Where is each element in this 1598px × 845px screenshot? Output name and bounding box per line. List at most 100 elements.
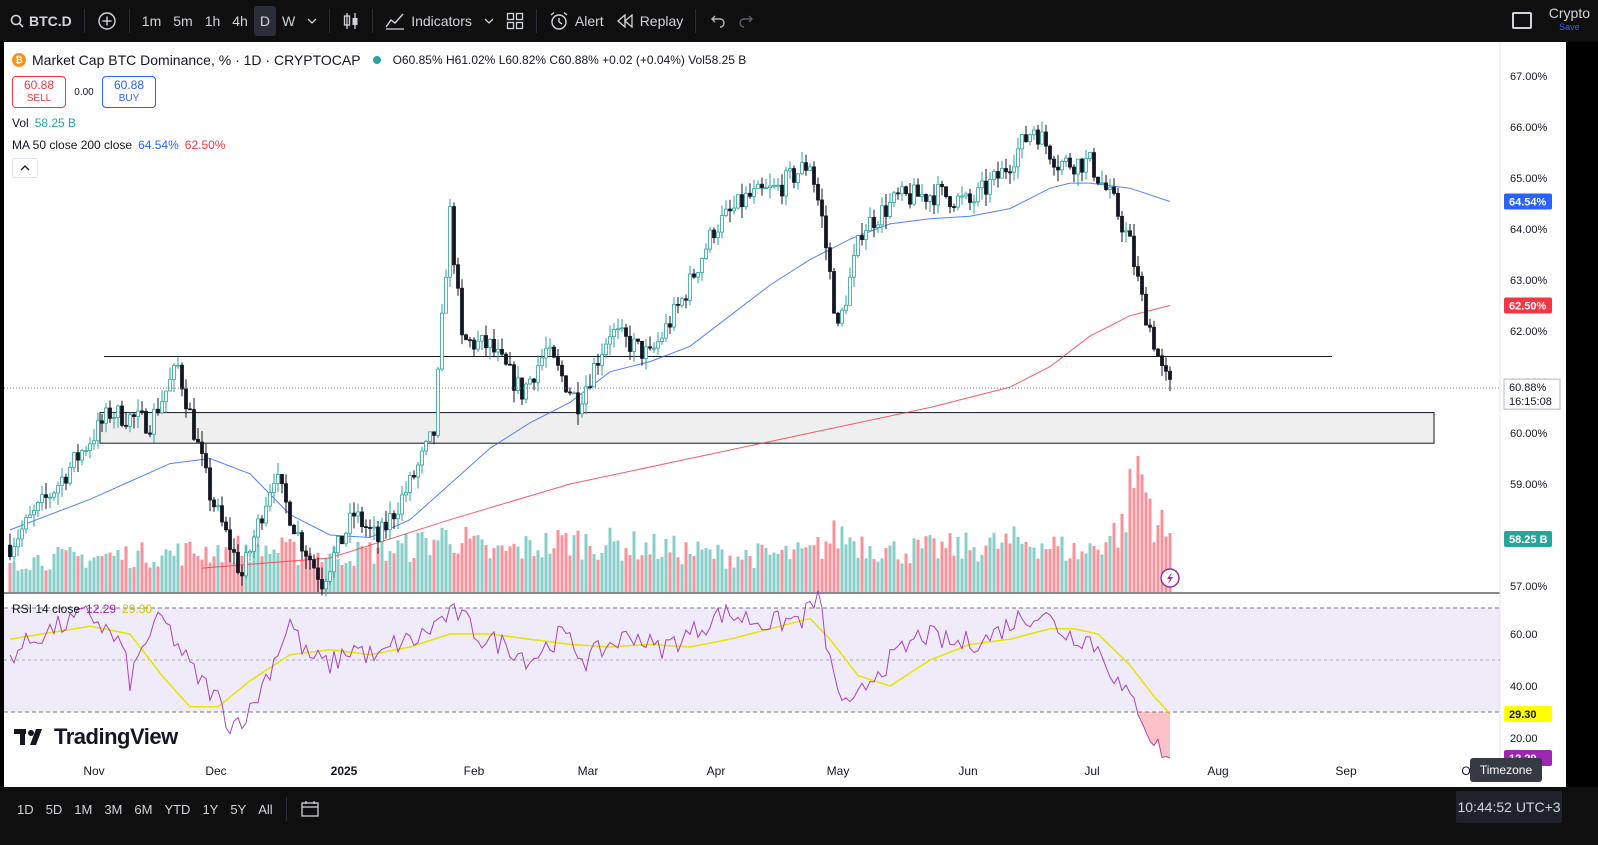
replay-button[interactable]: Replay bbox=[610, 6, 690, 36]
volume-bar bbox=[136, 550, 140, 592]
range-3m[interactable]: 3M bbox=[99, 795, 127, 823]
candle-body bbox=[84, 450, 88, 452]
volume-bar bbox=[524, 536, 528, 592]
candles-icon bbox=[342, 11, 360, 31]
candle-body bbox=[308, 555, 312, 561]
volume-bar bbox=[352, 565, 356, 592]
candle-body bbox=[360, 511, 364, 527]
alert-button[interactable]: Alert bbox=[543, 6, 610, 36]
interval-1m[interactable]: 1m bbox=[136, 6, 167, 36]
volume-bar bbox=[264, 545, 268, 592]
timezone-clock[interactable]: 10:44:52 UTC+3 bbox=[1456, 791, 1562, 823]
volume-bar bbox=[1148, 498, 1152, 592]
indicators-dropdown[interactable] bbox=[478, 6, 500, 36]
volume-bar bbox=[752, 568, 756, 592]
volume-bar bbox=[272, 549, 276, 592]
volume-legend[interactable]: Vol 58.25 B bbox=[12, 114, 746, 132]
candle-body bbox=[1060, 160, 1064, 171]
candle-body bbox=[1120, 215, 1124, 233]
volume-bar bbox=[536, 550, 540, 592]
fullscreen-icon[interactable] bbox=[1512, 12, 1532, 29]
candle-body bbox=[556, 356, 560, 366]
volume-bar bbox=[848, 537, 852, 592]
interval-w[interactable]: W bbox=[276, 6, 301, 36]
volume-bar bbox=[816, 537, 820, 592]
candle-body bbox=[788, 168, 792, 172]
candle-body bbox=[996, 171, 1000, 179]
candle-body bbox=[568, 391, 572, 394]
ma-legend[interactable]: MA 50 close 200 close 64.54% 62.50% bbox=[12, 136, 746, 154]
chart-type-button[interactable] bbox=[336, 6, 366, 36]
volume-bar bbox=[616, 540, 620, 592]
interval-dropdown[interactable] bbox=[301, 6, 323, 36]
volume-bar bbox=[868, 546, 872, 592]
candle-body bbox=[972, 201, 976, 204]
volume-bar bbox=[844, 544, 848, 592]
rewind-icon bbox=[616, 14, 634, 28]
candle-body bbox=[936, 183, 940, 206]
symbol-search[interactable]: BTC.D bbox=[0, 6, 78, 36]
redo-button[interactable] bbox=[732, 6, 762, 36]
undo-button[interactable] bbox=[702, 6, 732, 36]
time-tick-label: May bbox=[827, 764, 850, 778]
chart-pane[interactable]: 67.00%66.00%65.00%64.00%63.00%62.00%61.0… bbox=[4, 42, 1566, 787]
volume-bar bbox=[544, 533, 548, 592]
volume-bar bbox=[40, 565, 44, 592]
volume-bar bbox=[472, 535, 476, 592]
compare-symbol-button[interactable] bbox=[91, 6, 123, 36]
volume-bar bbox=[20, 569, 24, 592]
rsi-legend[interactable]: RSI 14 close 12.29 29.30 bbox=[12, 602, 152, 616]
range-1d[interactable]: 1D bbox=[12, 795, 39, 823]
candle-body bbox=[956, 195, 960, 208]
candle-body bbox=[464, 334, 468, 341]
candle-body bbox=[136, 410, 140, 417]
candle-body bbox=[472, 339, 476, 350]
candle-body bbox=[592, 363, 596, 388]
candle-body bbox=[780, 184, 784, 197]
indicators-button[interactable]: Indicators bbox=[379, 6, 478, 36]
candle-body bbox=[824, 215, 828, 249]
candle-body bbox=[784, 170, 788, 197]
layouts-button[interactable] bbox=[500, 6, 530, 36]
candle-body bbox=[156, 408, 160, 414]
volume-bar bbox=[608, 527, 612, 592]
range-5d[interactable]: 5D bbox=[41, 795, 68, 823]
interval-4h[interactable]: 4h bbox=[226, 6, 254, 36]
volume-bar bbox=[404, 533, 408, 592]
range-1y[interactable]: 1Y bbox=[197, 795, 223, 823]
interval-d[interactable]: D bbox=[253, 6, 276, 36]
interval-5m[interactable]: 5m bbox=[167, 6, 198, 36]
goto-date-button[interactable] bbox=[295, 795, 325, 823]
range-1m[interactable]: 1M bbox=[69, 795, 97, 823]
candle-body bbox=[28, 514, 32, 518]
volume-bar bbox=[1100, 554, 1104, 592]
volume-bar bbox=[984, 545, 988, 592]
volume-bar bbox=[1056, 546, 1060, 592]
candle-body bbox=[720, 215, 724, 233]
candle-body bbox=[300, 532, 304, 552]
volume-bar bbox=[588, 546, 592, 592]
candle-body bbox=[552, 346, 556, 358]
volume-bar bbox=[640, 555, 644, 592]
volume-bar bbox=[1076, 559, 1080, 592]
range-5y[interactable]: 5Y bbox=[225, 795, 251, 823]
candle-body bbox=[268, 492, 272, 507]
candle-body bbox=[532, 378, 536, 383]
layout-name-button[interactable]: Crypto Save bbox=[1549, 6, 1590, 34]
buy-button[interactable]: 60.88 BUY bbox=[102, 76, 156, 108]
volume-bar bbox=[636, 559, 640, 592]
volume-bar bbox=[160, 555, 164, 592]
sell-button[interactable]: 60.88 SELL bbox=[12, 76, 66, 108]
candle-body bbox=[828, 247, 832, 272]
range-ytd[interactable]: YTD bbox=[159, 795, 195, 823]
range-all[interactable]: All bbox=[253, 795, 277, 823]
candle-body bbox=[292, 524, 296, 535]
candle-body bbox=[480, 335, 484, 342]
interval-1h[interactable]: 1h bbox=[199, 6, 227, 36]
range-6m[interactable]: 6M bbox=[129, 795, 157, 823]
collapse-legend-button[interactable] bbox=[12, 158, 38, 178]
candle-body bbox=[364, 526, 368, 528]
candle-body bbox=[224, 521, 228, 531]
volume-bar bbox=[276, 552, 280, 592]
candle-body bbox=[32, 509, 36, 516]
